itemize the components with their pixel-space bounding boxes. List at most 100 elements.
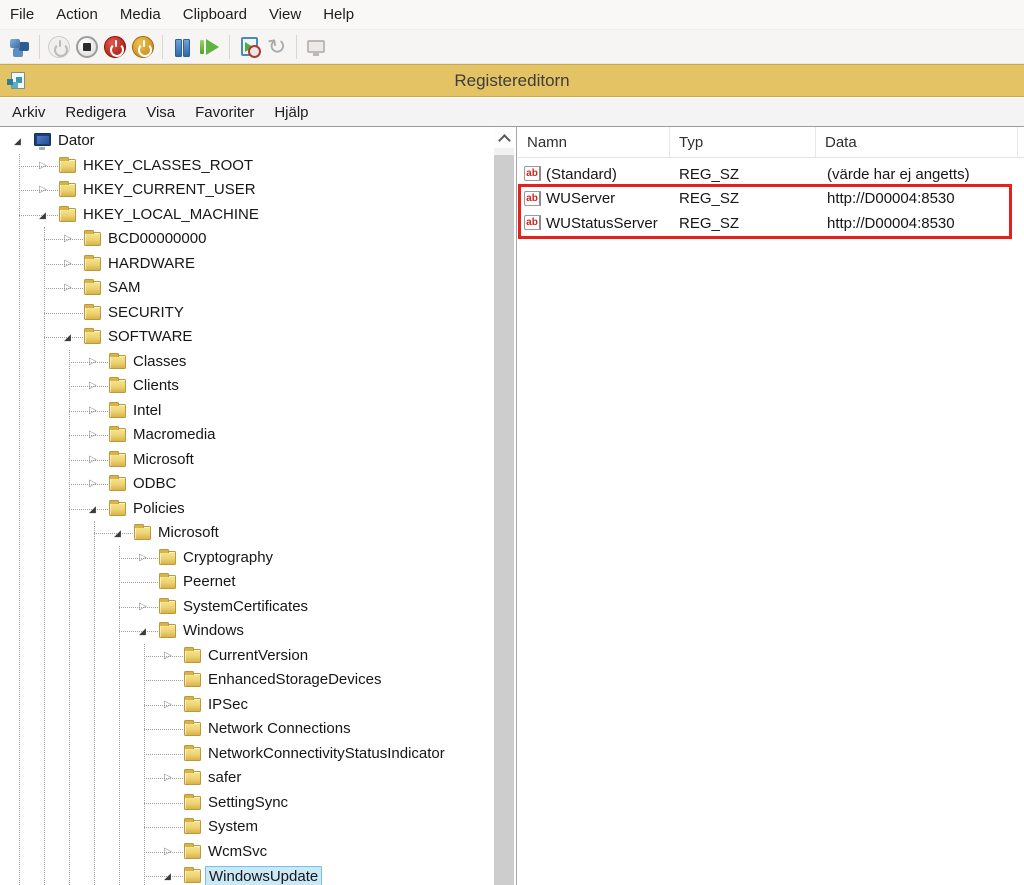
vm-menu-file[interactable]: File <box>10 0 45 29</box>
regedit-menu-redigera[interactable]: Redigera <box>55 98 136 126</box>
column-header-typ[interactable]: Typ <box>670 127 816 157</box>
collapsed-arrow-icon[interactable]: ▷ <box>164 845 176 859</box>
tree-item-label: Dator <box>55 131 98 151</box>
toolbar-button-turn-off[interactable] <box>102 34 128 60</box>
tree-item-hardware[interactable]: ▷HARDWARE <box>0 252 494 277</box>
collapsed-arrow-icon[interactable]: ▷ <box>39 159 51 173</box>
vm-menu-media[interactable]: Media <box>109 0 172 29</box>
regedit-menu-arkiv[interactable]: Arkiv <box>12 98 55 126</box>
toolbar-separator <box>162 35 163 59</box>
collapsed-arrow-icon[interactable]: ▷ <box>89 355 101 369</box>
tree-item-dator[interactable]: ◢ Dator <box>0 129 494 154</box>
tree-item-cryptography[interactable]: ▷Cryptography <box>0 546 494 571</box>
list-rows: ab(Standard)REG_SZ(värde har ej angetts)… <box>518 162 1024 236</box>
tree-item-ipsec[interactable]: ▷IPSec <box>0 693 494 718</box>
collapsed-arrow-icon[interactable]: ▷ <box>39 183 51 197</box>
toolbar-button-shut-down[interactable] <box>130 34 156 60</box>
toolbar-button-checkpoint[interactable] <box>236 34 262 60</box>
toolbar-button-ctrl-alt-del[interactable] <box>7 34 33 60</box>
expanded-arrow-icon[interactable]: ◢ <box>14 134 26 148</box>
tree-item-network-connections[interactable]: Network Connections <box>0 717 494 742</box>
toolbar-button-enhanced-session[interactable] <box>303 34 329 60</box>
expanded-arrow-icon[interactable]: ◢ <box>164 869 176 883</box>
tree-item-windows[interactable]: ◢ Windows <box>0 619 494 644</box>
value-data: (värde har ej angetts) <box>827 162 970 187</box>
tree-item-microsoft[interactable]: ◢Microsoft <box>0 521 494 546</box>
tree-item-sam[interactable]: ▷SAM <box>0 276 494 301</box>
collapsed-arrow-icon[interactable]: ▷ <box>139 600 151 614</box>
tree-item-currentversion[interactable]: ▷CurrentVersion <box>0 644 494 669</box>
string-value-icon: ab <box>524 166 541 181</box>
regedit-menu-favoriter[interactable]: Favoriter <box>185 98 264 126</box>
tree-item-odbc[interactable]: ▷ODBC <box>0 472 494 497</box>
collapsed-arrow-icon[interactable]: ▷ <box>89 379 101 393</box>
tree-item-bcd00000000[interactable]: ▷BCD00000000 <box>0 227 494 252</box>
regedit-menu-visa[interactable]: Visa <box>136 98 185 126</box>
tree-item-wcmsvc[interactable]: ▷WcmSvc <box>0 840 494 865</box>
pane-splitter[interactable] <box>516 127 517 885</box>
tree-item-policies[interactable]: ◢Policies <box>0 497 494 522</box>
collapsed-arrow-icon[interactable]: ▷ <box>164 649 176 663</box>
regedit-menu-hj-lp[interactable]: Hjälp <box>264 98 318 126</box>
tree-item-system[interactable]: System <box>0 815 494 840</box>
tree-item-label: Windows <box>180 621 247 641</box>
column-header-data[interactable]: Data <box>816 127 1018 157</box>
tree-item-peernet[interactable]: Peernet <box>0 570 494 595</box>
collapsed-arrow-icon[interactable]: ▷ <box>64 281 76 295</box>
collapsed-arrow-icon[interactable]: ▷ <box>164 698 176 712</box>
toolbar-button-stop[interactable] <box>74 34 100 60</box>
tree-connector <box>144 827 183 828</box>
collapsed-arrow-icon[interactable]: ▷ <box>89 477 101 491</box>
tree-item-macromedia[interactable]: ▷Macromedia <box>0 423 494 448</box>
tree-item-safer[interactable]: ▷safer <box>0 766 494 791</box>
tree-item-enhancedstoragedevices[interactable]: EnhancedStorageDevices <box>0 668 494 693</box>
expanded-arrow-icon[interactable]: ◢ <box>39 208 51 222</box>
expanded-arrow-icon[interactable]: ◢ <box>64 330 76 344</box>
collapsed-arrow-icon[interactable]: ▷ <box>64 232 76 246</box>
value-row-wuserver[interactable]: abWUServerREG_SZhttp://D00004:8530 <box>518 187 1024 212</box>
tree-item-security[interactable]: SECURITY <box>0 301 494 326</box>
value-name: (Standard) <box>546 162 617 187</box>
tree-item-label: Clients <box>130 376 182 396</box>
expanded-arrow-icon[interactable]: ◢ <box>114 526 126 540</box>
vm-menu-help[interactable]: Help <box>312 0 365 29</box>
tree-item-clients[interactable]: ▷ Clients <box>0 374 494 399</box>
tree-item-microsoft[interactable]: ▷Microsoft <box>0 448 494 473</box>
vm-menu-action[interactable]: Action <box>45 0 109 29</box>
collapsed-arrow-icon[interactable]: ▷ <box>89 404 101 418</box>
tree-scrollbar[interactable] <box>494 127 514 885</box>
tree-guide-line <box>94 521 95 885</box>
vm-menu-clipboard[interactable]: Clipboard <box>172 0 258 29</box>
expanded-arrow-icon[interactable]: ◢ <box>89 502 101 516</box>
vm-connection-window: FileActionMediaClipboardViewHelp ↺ Regis… <box>0 0 1024 885</box>
vm-menu-view[interactable]: View <box>258 0 312 29</box>
folder-icon <box>184 649 201 663</box>
expanded-arrow-icon[interactable]: ◢ <box>139 624 151 638</box>
collapsed-arrow-icon[interactable]: ▷ <box>89 428 101 442</box>
toolbar-button-pause[interactable] <box>169 34 195 60</box>
value-row-standard[interactable]: ab(Standard)REG_SZ(värde har ej angetts) <box>518 162 1024 187</box>
collapsed-arrow-icon[interactable]: ▷ <box>139 551 151 565</box>
scrollbar-thumb[interactable] <box>494 155 514 885</box>
tree-item-systemcertificates[interactable]: ▷SystemCertificates <box>0 595 494 620</box>
tree-item-intel[interactable]: ▷Intel <box>0 399 494 424</box>
tree-item-label: SECURITY <box>105 303 187 323</box>
collapsed-arrow-icon[interactable]: ▷ <box>64 257 76 271</box>
value-row-wustatusserver[interactable]: abWUStatusServerREG_SZhttp://D00004:8530 <box>518 211 1024 236</box>
tree-connector <box>44 313 83 314</box>
tree-item-settingsync[interactable]: SettingSync <box>0 791 494 816</box>
scroll-up-button[interactable] <box>494 127 514 148</box>
toolbar-button-revert[interactable]: ↺ <box>264 34 290 60</box>
tree-item-software[interactable]: ◢SOFTWARE <box>0 325 494 350</box>
tree-item-networkconnectivitystatusindicator[interactable]: NetworkConnectivityStatusIndicator <box>0 742 494 767</box>
tree-item-hkey-current-user[interactable]: ▷HKEY_CURRENT_USER <box>0 178 494 203</box>
toolbar-button-start[interactable] <box>46 34 72 60</box>
column-header-namn[interactable]: Namn <box>518 127 670 157</box>
tree-item-hkey-classes-root[interactable]: ▷HKEY_CLASSES_ROOT <box>0 154 494 179</box>
collapsed-arrow-icon[interactable]: ▷ <box>164 771 176 785</box>
tree-item-windowsupdate[interactable]: ◢WindowsUpdate <box>0 864 494 885</box>
collapsed-arrow-icon[interactable]: ▷ <box>89 453 101 467</box>
tree-item-classes[interactable]: ▷Classes <box>0 350 494 375</box>
tree-item-hkey-local-machine[interactable]: ◢HKEY_LOCAL_MACHINE <box>0 203 494 228</box>
toolbar-button-resume[interactable] <box>197 34 223 60</box>
